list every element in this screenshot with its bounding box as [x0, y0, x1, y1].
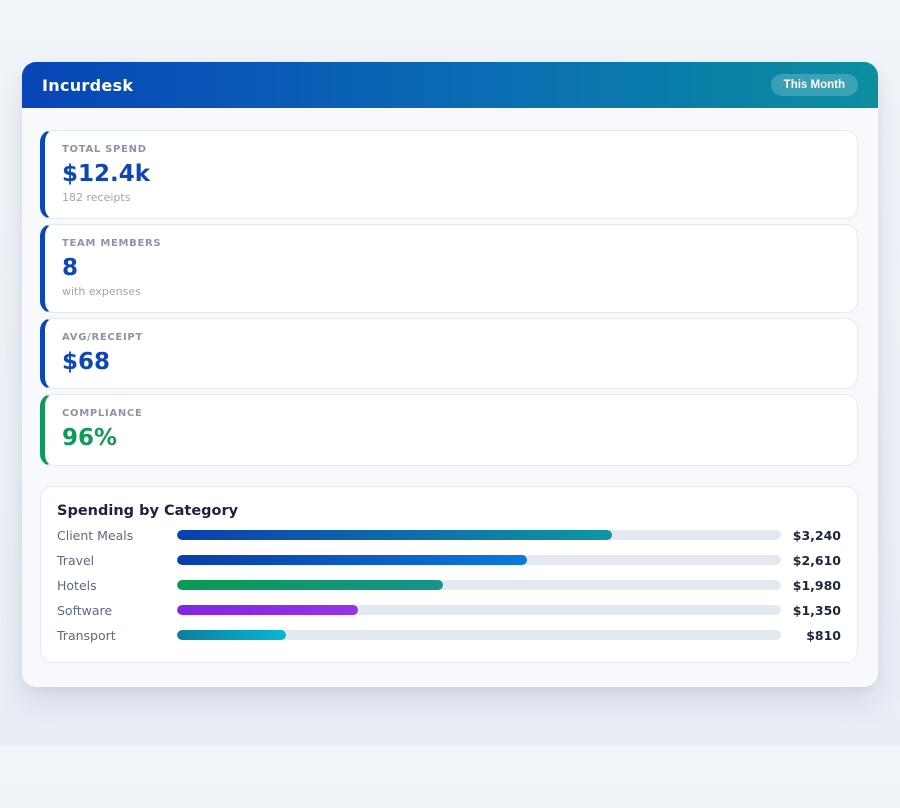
stat-card-team-members: TEAM MEMBERS 8 with expenses — [40, 224, 858, 314]
bar-track — [177, 530, 781, 541]
category-label: Travel — [57, 552, 95, 568]
category-label: Hotels — [57, 577, 97, 593]
bar-fill — [177, 555, 528, 566]
stat-subtext: 182 receipts — [62, 191, 131, 205]
category-value: $1,980 — [792, 577, 841, 593]
bar-fill — [177, 605, 359, 616]
stat-card-avg-receipt: AVG/RECEIPT $68 — [40, 318, 858, 390]
category-value: $3,240 — [792, 527, 841, 543]
category-value: $2,610 — [792, 552, 841, 568]
app-title: Incurdesk — [42, 75, 134, 95]
bar-track — [177, 580, 781, 591]
bar-fill — [177, 580, 443, 591]
stat-label: TOTAL SPEND — [62, 144, 147, 155]
category-label: Transport — [57, 627, 116, 643]
period-badge[interactable]: This Month — [770, 74, 858, 96]
app-header: Incurdesk This Month — [22, 62, 878, 108]
stat-value: 96% — [62, 425, 118, 452]
bar-fill — [177, 530, 612, 541]
stat-subtext: with expenses — [62, 285, 141, 299]
bar-fill — [177, 630, 286, 641]
category-value: $1,350 — [792, 602, 841, 618]
stat-label: COMPLIANCE — [62, 408, 143, 420]
bar-track — [177, 630, 781, 641]
category-row: Travel $2,610 — [57, 552, 841, 569]
dashboard-container: Incurdesk This Month TOTAL SPEND $12.4k … — [22, 62, 878, 687]
dashboard-body: TOTAL SPEND $12.4k 182 receipts TEAM MEM… — [22, 108, 878, 687]
stat-value: $12.4k — [62, 161, 151, 187]
category-label: Software — [57, 602, 113, 618]
spending-by-category-panel: Spending by Category Client Meals $3,240… — [40, 485, 858, 663]
category-row: Hotels $1,980 — [57, 577, 841, 594]
stat-label: AVG/RECEIPT — [62, 332, 143, 344]
stat-card-total-spend: TOTAL SPEND $12.4k 182 receipts — [40, 130, 858, 220]
stat-value: $68 — [62, 349, 111, 376]
category-label: Client Meals — [57, 527, 134, 543]
panel-title: Spending by Category — [57, 502, 239, 519]
stat-label: TEAM MEMBERS — [62, 238, 162, 250]
category-row: Transport $810 — [57, 627, 841, 644]
category-row: Client Meals $3,240 — [57, 527, 841, 544]
stat-value: 8 — [62, 255, 79, 282]
bar-track — [177, 605, 781, 616]
stat-card-compliance: COMPLIANCE 96% — [40, 394, 858, 466]
category-value: $810 — [806, 627, 841, 643]
category-row: Software $1,350 — [57, 602, 841, 619]
bar-track — [177, 555, 781, 566]
